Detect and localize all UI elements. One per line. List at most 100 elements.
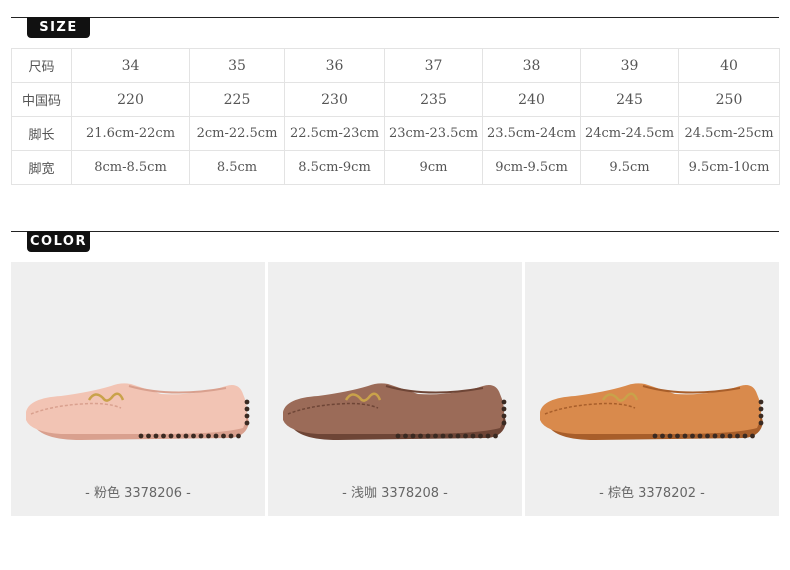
- sole-grip-dot: [425, 433, 431, 439]
- size-cell: 9.5cm-10cm: [678, 150, 780, 185]
- sole-grip-dot: [403, 433, 408, 439]
- sole-grip-dot: [690, 433, 695, 439]
- sole-grip-dot: [493, 433, 498, 439]
- sole-grip-dot: [395, 433, 401, 439]
- heel-grip-dot: [244, 406, 250, 412]
- sole-grip-dot: [183, 433, 189, 439]
- size-cell: 36: [284, 48, 385, 83]
- heel-grip-dot: [244, 420, 250, 426]
- heel-grip-dot: [501, 413, 507, 419]
- sole-grip-dot: [213, 433, 219, 439]
- sole-grip-dot: [735, 433, 740, 439]
- sole-grip-dot: [161, 433, 166, 439]
- sole-grip-dot: [485, 433, 491, 439]
- color-card-brown: - 棕色 3378202 -: [525, 262, 779, 516]
- size-row-label: 尺码: [11, 48, 72, 83]
- sole-grip-dot: [463, 433, 468, 439]
- sole-grip-dot: [705, 433, 710, 439]
- size-table-row: 脚宽 8cm-8.5cm 8.5cm 8.5cm-9cm 9cm 9cm-9.5cm 9.5…: [11, 150, 780, 185]
- size-table-row: 中国码 220 225 230 235 240 245 250: [11, 82, 780, 117]
- color-card-pink: - 粉色 3378206 -: [11, 262, 265, 516]
- size-cell: 22.5cm-23cm: [284, 116, 385, 151]
- heel-grip-dot: [501, 406, 507, 412]
- heel-grip-dot: [244, 399, 250, 405]
- sole-grip-dot: [712, 433, 718, 439]
- size-cell: 240: [482, 82, 581, 117]
- sole-grip-dot: [448, 433, 453, 439]
- shoe-image-pink: [26, 383, 250, 440]
- heel-grip-dot: [758, 399, 764, 405]
- size-cell: 9cm: [384, 150, 483, 185]
- size-cell: 9.5cm: [580, 150, 679, 185]
- sole-grip-dot: [198, 433, 204, 439]
- sole-grip-dot: [191, 433, 196, 439]
- color-card-light-coffee: - 浅咖 3378208 -: [268, 262, 522, 516]
- sole-grip-dot: [682, 433, 688, 439]
- sole-grip-dot: [410, 433, 416, 439]
- sole-grip-dot: [146, 433, 151, 439]
- sole-grip-dot: [667, 433, 673, 439]
- color-caption: - 棕色 3378202 -: [599, 486, 705, 501]
- size-table-row: 脚长 21.6cm-22cm 2cm-22.5cm 22.5cm-23cm 23cm-2…: [11, 116, 780, 151]
- sole-grip-dot: [440, 433, 446, 439]
- size-cell: 23.5cm-24cm: [482, 116, 581, 151]
- size-cell: 21.6cm-22cm: [71, 116, 190, 151]
- size-cell: 39: [580, 48, 679, 83]
- size-cell: 9cm-9.5cm: [482, 150, 581, 185]
- size-cell: 34: [71, 48, 190, 83]
- size-section-tag: SIZE: [27, 17, 90, 38]
- sole-grip-dot: [660, 433, 665, 439]
- size-cell: 8cm-8.5cm: [71, 150, 190, 185]
- size-cell: 24.5cm-25cm: [678, 116, 780, 151]
- size-cell: 230: [284, 82, 385, 117]
- sole-grip-dot: [742, 433, 748, 439]
- size-cell: 250: [678, 82, 780, 117]
- size-cell: 235: [384, 82, 483, 117]
- color-caption: - 粉色 3378206 -: [85, 486, 191, 501]
- heel-grip-dot: [758, 406, 764, 412]
- heel-grip-dot: [244, 413, 250, 419]
- color-caption: - 浅咖 3378208 -: [342, 486, 448, 501]
- sole-grip-dot: [221, 433, 226, 439]
- sole-grip-dot: [206, 433, 211, 439]
- size-cell: 40: [678, 48, 780, 83]
- size-cell: 23cm-23.5cm: [384, 116, 483, 151]
- color-section-tag: COLOR: [27, 231, 90, 252]
- sole-grip-dot: [675, 433, 680, 439]
- sole-grip-dot: [168, 433, 174, 439]
- sole-grip-dot: [720, 433, 725, 439]
- size-row-label: 中国码: [11, 82, 72, 117]
- size-cell: 24cm-24.5cm: [580, 116, 679, 151]
- size-cell: 225: [189, 82, 285, 117]
- size-cell: 2cm-22.5cm: [189, 116, 285, 151]
- sole-grip-dot: [433, 433, 438, 439]
- shoe-image-brown: [540, 383, 764, 440]
- size-table-row: 尺码 34 35 36 37 38 39 40: [11, 48, 780, 83]
- sole-grip-dot: [176, 433, 181, 439]
- sole-grip-dot: [697, 433, 703, 439]
- size-cell: 38: [482, 48, 581, 83]
- size-table: 尺码 34 35 36 37 38 39 40 中国码 220 225 230 235 240 245 250…: [11, 48, 780, 185]
- sole-grip-dot: [236, 433, 241, 439]
- sole-grip-dot: [138, 433, 144, 439]
- color-section-rule: [11, 231, 779, 232]
- heel-grip-dot: [758, 420, 764, 426]
- sole-grip-dot: [478, 433, 483, 439]
- sole-grip-dot: [727, 433, 733, 439]
- size-cell: 37: [384, 48, 483, 83]
- size-row-label: 脚宽: [11, 150, 72, 185]
- heel-grip-dot: [501, 420, 507, 426]
- size-cell: 8.5cm-9cm: [284, 150, 385, 185]
- heel-grip-dot: [758, 413, 764, 419]
- sole-grip-dot: [153, 433, 159, 439]
- sole-grip-dot: [470, 433, 476, 439]
- sole-grip-dot: [228, 433, 234, 439]
- sole-grip-dot: [652, 433, 658, 439]
- size-cell: 35: [189, 48, 285, 83]
- sole-grip-dot: [750, 433, 755, 439]
- sole-grip-dot: [418, 433, 423, 439]
- size-section-rule: [11, 17, 779, 18]
- size-row-label: 脚长: [11, 116, 72, 151]
- sole-grip-dot: [455, 433, 461, 439]
- size-cell: 220: [71, 82, 190, 117]
